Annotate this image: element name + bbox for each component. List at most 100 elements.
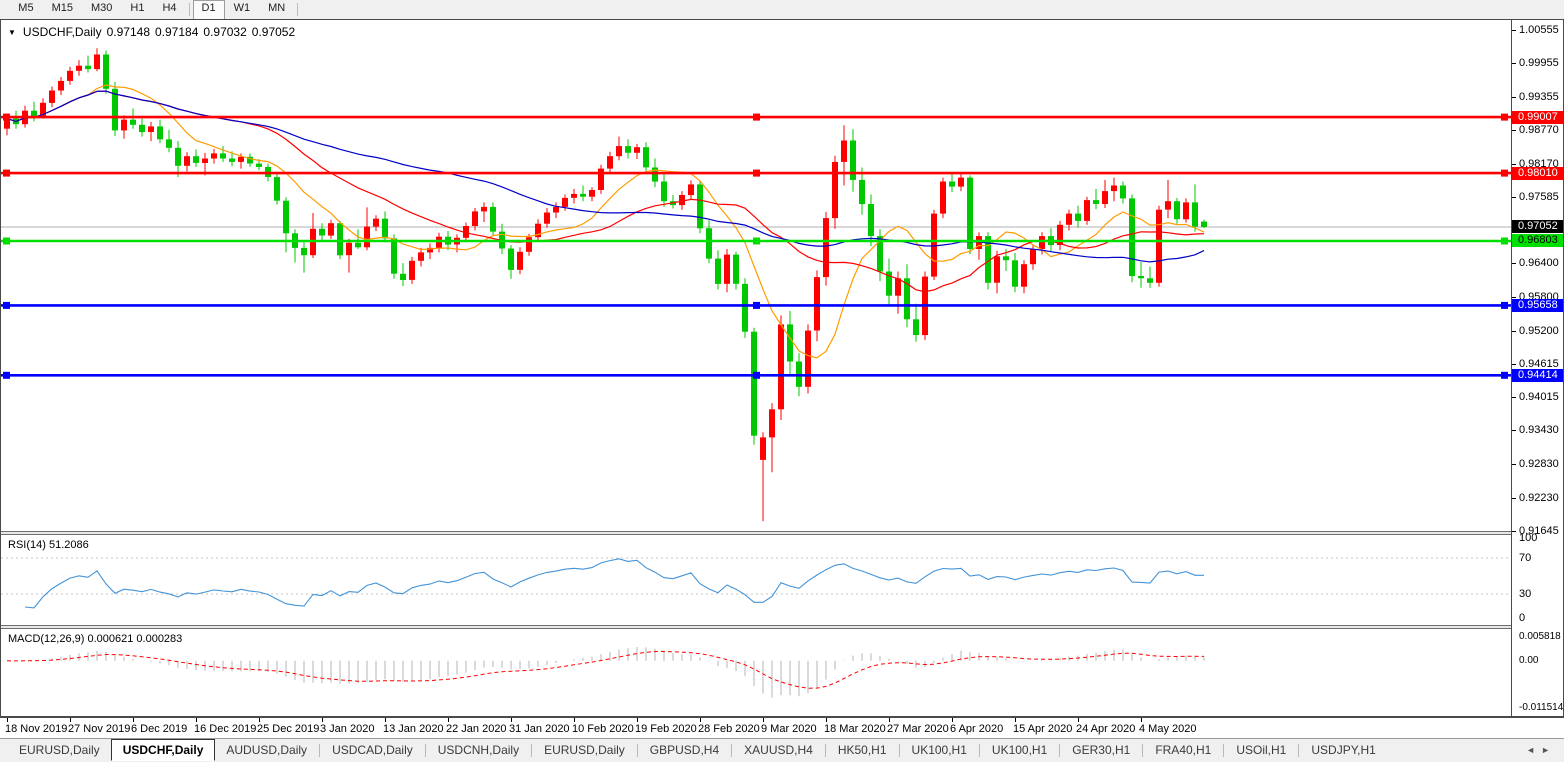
candle bbox=[13, 111, 19, 129]
candle bbox=[499, 224, 505, 254]
chart-tab-usdcnh-daily[interactable]: USDCNH,Daily bbox=[427, 739, 530, 760]
price-tick bbox=[1512, 531, 1516, 532]
date-tick bbox=[1078, 718, 1079, 722]
line-handle[interactable] bbox=[3, 170, 10, 177]
candle bbox=[913, 304, 919, 342]
candle bbox=[400, 263, 406, 286]
candle bbox=[112, 82, 118, 136]
chart-tab-xauusd-h4[interactable]: XAUUSD,H4 bbox=[733, 739, 824, 760]
ma-fast-line bbox=[7, 85, 1204, 358]
timeframe-button-M30[interactable]: M30 bbox=[82, 0, 121, 19]
date-tick bbox=[7, 718, 8, 722]
chart-tab-fra40-h1[interactable]: FRA40,H1 bbox=[1144, 739, 1222, 760]
date-tick bbox=[574, 718, 575, 722]
candle bbox=[823, 212, 829, 286]
price-tick-label: 0.99355 bbox=[1519, 91, 1559, 104]
candle bbox=[310, 213, 316, 258]
candle bbox=[319, 223, 325, 240]
candle bbox=[292, 229, 298, 262]
timeframe-button-M5[interactable]: M5 bbox=[9, 0, 42, 19]
candle bbox=[1201, 220, 1207, 229]
candle bbox=[364, 207, 370, 250]
chart-tab-gbpusd-h4[interactable]: GBPUSD,H4 bbox=[639, 739, 730, 760]
line-handle[interactable] bbox=[1501, 170, 1508, 177]
toolbar-separator bbox=[297, 3, 298, 16]
line-handle[interactable] bbox=[1501, 238, 1508, 245]
date-label: 19 Feb 2020 bbox=[635, 723, 697, 735]
quote-low: 0.97032 bbox=[203, 25, 246, 39]
tab-separator bbox=[1223, 744, 1224, 757]
date-axis[interactable]: 18 Nov 201927 Nov 20196 Dec 201916 Dec 2… bbox=[0, 717, 1564, 738]
chart-tab-audusd-daily[interactable]: AUDUSD,Daily bbox=[215, 739, 318, 760]
line-handle[interactable] bbox=[753, 114, 760, 121]
chart-tab-eurusd-daily[interactable]: EURUSD,Daily bbox=[8, 739, 111, 760]
date-label: 18 Nov 2019 bbox=[5, 723, 67, 735]
price-tick bbox=[1512, 130, 1516, 131]
macd-signal-line bbox=[7, 651, 1204, 688]
price-chart-canvas[interactable] bbox=[1, 20, 1511, 716]
chart-tab-usdchf-daily[interactable]: USDCHF,Daily bbox=[111, 739, 216, 761]
chart-tab-usdcad-daily[interactable]: USDCAD,Daily bbox=[321, 739, 424, 760]
candle bbox=[247, 153, 253, 167]
candle bbox=[328, 220, 334, 239]
chart-tab-hk50-h1[interactable]: HK50,H1 bbox=[827, 739, 898, 760]
tab-separator bbox=[731, 744, 732, 757]
candle bbox=[409, 257, 415, 284]
line-handle[interactable] bbox=[753, 170, 760, 177]
timeframe-button-H4[interactable]: H4 bbox=[153, 0, 185, 19]
chart-tab-usoil-h1[interactable]: USOil,H1 bbox=[1225, 739, 1297, 760]
candle bbox=[1084, 197, 1090, 225]
tab-separator bbox=[425, 744, 426, 757]
candle bbox=[760, 432, 766, 521]
date-tick bbox=[322, 718, 323, 722]
timeframe-button-D1[interactable]: D1 bbox=[193, 0, 225, 20]
price-axis[interactable]: 1.005550.999550.993550.987700.981700.975… bbox=[1512, 20, 1563, 716]
line-handle[interactable] bbox=[3, 372, 10, 379]
timeframe-buttons: M1M5M15M30H1H4 D1W1MN bbox=[0, 0, 1564, 20]
candle bbox=[535, 219, 541, 240]
candle bbox=[283, 197, 289, 252]
chart-tabs: EURUSD,DailyUSDCHF,DailyAUDUSD,DailyUSDC… bbox=[8, 739, 1387, 753]
tab-separator bbox=[825, 744, 826, 757]
timeframe-button-W1[interactable]: W1 bbox=[225, 0, 260, 19]
line-handle[interactable] bbox=[753, 238, 760, 245]
date-tick bbox=[1015, 718, 1016, 722]
candle bbox=[1183, 198, 1189, 222]
line-handle[interactable] bbox=[3, 302, 10, 309]
timeframe-button-M1[interactable]: M1 bbox=[0, 0, 9, 19]
tab-separator bbox=[979, 744, 980, 757]
candle bbox=[778, 315, 784, 420]
date-tick bbox=[385, 718, 386, 722]
line-handle[interactable] bbox=[753, 372, 760, 379]
line-handle[interactable] bbox=[1501, 372, 1508, 379]
line-handle[interactable] bbox=[3, 238, 10, 245]
chart-tab-uk100-h1[interactable]: UK100,H1 bbox=[981, 739, 1058, 760]
price-tick-label: 0.93430 bbox=[1519, 424, 1559, 437]
chart-plot-area[interactable]: ▼USDCHF,Daily0.971480.971840.970320.9705… bbox=[1, 20, 1511, 716]
chart-tab-usdjpy-h1[interactable]: USDJPY,H1 bbox=[1300, 739, 1386, 760]
level-price-tag: 0.95658 bbox=[1512, 299, 1563, 312]
line-handle[interactable] bbox=[1501, 114, 1508, 121]
candle bbox=[1111, 178, 1117, 202]
candle bbox=[1012, 253, 1018, 292]
chart-tab-uk100-h1[interactable]: UK100,H1 bbox=[901, 739, 978, 760]
price-tick bbox=[1512, 364, 1516, 365]
tab-scroll-right-icon[interactable]: ► bbox=[1541, 745, 1556, 755]
candle bbox=[418, 248, 424, 267]
chart-tab-ger30-h1[interactable]: GER30,H1 bbox=[1061, 739, 1141, 760]
line-handle[interactable] bbox=[3, 114, 10, 121]
candle bbox=[589, 187, 595, 201]
symbol-dropdown-icon[interactable]: ▼ bbox=[8, 28, 16, 37]
date-label: 13 Jan 2020 bbox=[383, 723, 444, 735]
candle bbox=[859, 168, 865, 215]
price-tick bbox=[1512, 430, 1516, 431]
timeframe-button-H1[interactable]: H1 bbox=[121, 0, 153, 19]
chart-tab-eurusd-daily[interactable]: EURUSD,Daily bbox=[533, 739, 636, 760]
tab-scroll-left-icon[interactable]: ◄ bbox=[1526, 745, 1541, 755]
timeframe-button-M15[interactable]: M15 bbox=[43, 0, 82, 19]
timeframe-button-MN[interactable]: MN bbox=[259, 0, 294, 19]
candle bbox=[175, 141, 181, 177]
price-tick bbox=[1512, 297, 1516, 298]
line-handle[interactable] bbox=[753, 302, 760, 309]
line-handle[interactable] bbox=[1501, 302, 1508, 309]
